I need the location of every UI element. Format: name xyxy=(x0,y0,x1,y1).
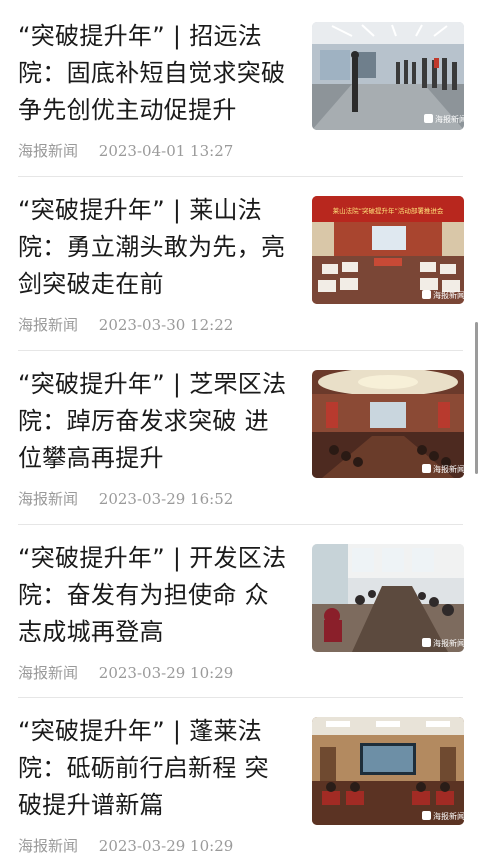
news-item[interactable]: “突破提升年” | 招远法院：固底补短自觉求突破 争先创优主动促提升 海报新闻 … xyxy=(0,0,481,172)
news-thumbnail[interactable]: 海报新闻 xyxy=(312,370,464,478)
court-hall-photo: 海报新闻 xyxy=(312,22,464,130)
svg-text:海报新闻: 海报新闻 xyxy=(433,464,464,474)
news-thumbnail[interactable]: 海报新闻 xyxy=(312,717,464,825)
news-meta: 海报新闻 2023-03-30 12:22 xyxy=(18,314,233,335)
news-title[interactable]: “突破提升年” | 芝罘区法院：踔厉奋发求突破 进位攀高再提升 xyxy=(18,366,288,477)
video-conference-photo: 海报新闻 xyxy=(312,717,464,825)
news-item[interactable]: “突破提升年” | 莱山法院：勇立潮头敢为先，亮剑突破走在前 海报新闻 2023… xyxy=(0,174,481,346)
news-title[interactable]: “突破提升年” | 开发区法院：奋发有为担使命 众志成城再登高 xyxy=(18,540,288,651)
haibao-logo-icon: 海报新闻 xyxy=(422,811,464,821)
news-title[interactable]: “突破提升年” | 蓬莱法院：砥砺前行启新程 突破提升谱新篇 xyxy=(18,713,288,824)
news-title[interactable]: “突破提升年” | 莱山法院：勇立潮头敢为先，亮剑突破走在前 xyxy=(18,192,288,303)
news-meta: 海报新闻 2023-03-29 10:29 xyxy=(18,835,233,856)
news-meta: 海报新闻 2023-03-29 16:52 xyxy=(18,488,233,509)
conference-hall-photo: 海报新闻 xyxy=(312,370,464,478)
news-item[interactable]: “突破提升年” | 开发区法院：奋发有为担使命 众志成城再登高 海报新闻 202… xyxy=(0,522,481,694)
news-time: 2023-03-30 12:22 xyxy=(98,316,234,334)
news-time: 2023-03-29 10:29 xyxy=(98,664,234,682)
news-thumbnail[interactable]: 海报新闻 xyxy=(312,22,464,130)
news-meta: 海报新闻 2023-03-29 10:29 xyxy=(18,662,233,683)
news-item[interactable]: “突破提升年” | 蓬莱法院：砥砺前行启新程 突破提升谱新篇 海报新闻 2023… xyxy=(0,695,481,867)
svg-text:莱山法院“突破提升年”活动部署推进会: 莱山法院“突破提升年”活动部署推进会 xyxy=(333,206,444,215)
news-item[interactable]: “突破提升年” | 芝罘区法院：踔厉奋发求突破 进位攀高再提升 海报新闻 202… xyxy=(0,348,481,520)
svg-text:海报新闻: 海报新闻 xyxy=(433,811,464,821)
news-source: 海报新闻 xyxy=(18,490,79,508)
meeting-room-photo: 莱山法院“突破提升年”活动部署推进会 海报新闻 xyxy=(312,196,464,304)
news-meta: 海报新闻 2023-04-01 13:27 xyxy=(18,140,233,161)
news-source: 海报新闻 xyxy=(18,664,79,682)
news-source: 海报新闻 xyxy=(18,142,79,160)
news-thumbnail[interactable]: 海报新闻 xyxy=(312,544,464,652)
news-title[interactable]: “突破提升年” | 招远法院：固底补短自觉求突破 争先创优主动促提升 xyxy=(18,18,288,129)
haibao-logo-icon: 海报新闻 xyxy=(424,114,464,124)
roundtable-meeting-photo: 海报新闻 xyxy=(312,544,464,652)
news-source: 海报新闻 xyxy=(18,316,79,334)
news-thumbnail[interactable]: 莱山法院“突破提升年”活动部署推进会 海报新闻 xyxy=(312,196,464,304)
news-time: 2023-03-29 10:29 xyxy=(98,837,234,855)
haibao-logo-icon: 海报新闻 xyxy=(422,290,464,300)
svg-text:海报新闻: 海报新闻 xyxy=(433,290,464,300)
scrollbar[interactable] xyxy=(475,322,478,474)
svg-text:海报新闻: 海报新闻 xyxy=(435,114,464,124)
haibao-logo-icon: 海报新闻 xyxy=(422,464,464,474)
svg-text:海报新闻: 海报新闻 xyxy=(433,638,464,648)
news-time: 2023-03-29 16:52 xyxy=(98,490,234,508)
haibao-logo-icon: 海报新闻 xyxy=(422,638,464,648)
news-time: 2023-04-01 13:27 xyxy=(98,142,234,160)
news-source: 海报新闻 xyxy=(18,837,79,855)
